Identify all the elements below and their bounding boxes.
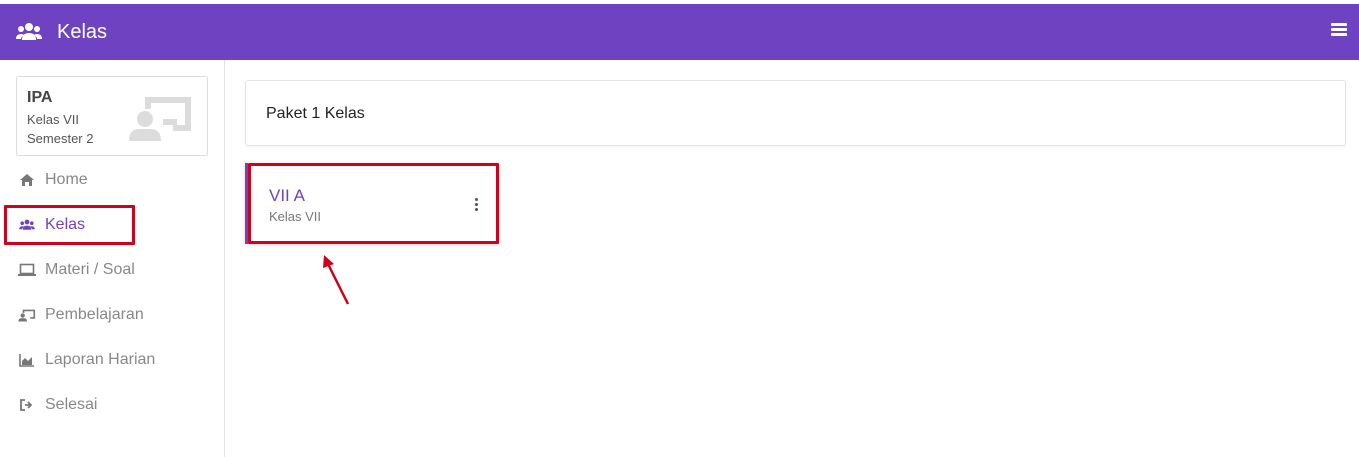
- home-icon: [18, 172, 36, 188]
- class-card[interactable]: VII A Kelas VII: [245, 163, 499, 244]
- kebab-menu-icon[interactable]: [472, 198, 480, 212]
- sidebar-item-selesai[interactable]: Selesai: [0, 387, 224, 423]
- profile-subject: IPA: [27, 89, 53, 106]
- sidebar-item-label: Home: [45, 171, 88, 188]
- section-title: Paket 1 Kelas: [266, 105, 365, 122]
- top-bar: Kelas: [0, 4, 1359, 60]
- sidebar-item-label: Kelas: [45, 216, 86, 233]
- class-subtitle: Kelas VII: [269, 209, 322, 224]
- sidebar: IPA Kelas VII Semester 2 Home Kelas Mate…: [0, 60, 225, 457]
- profile-card: IPA Kelas VII Semester 2: [16, 76, 208, 156]
- sidebar-item-label: Pembelajaran: [45, 306, 144, 323]
- area-chart-icon: [18, 352, 36, 368]
- laptop-icon: [18, 262, 36, 278]
- sidebar-item-label: Selesai: [45, 396, 98, 413]
- sidebar-item-materi-soal[interactable]: Materi / Soal: [0, 252, 224, 288]
- profile-class: Kelas VII: [27, 112, 80, 127]
- sidebar-item-label: Materi / Soal: [45, 261, 135, 278]
- sidebar-item-kelas[interactable]: Kelas: [0, 207, 224, 243]
- annotation-arrow-icon: [323, 255, 350, 305]
- teacher-board-icon: [129, 97, 191, 141]
- teacher-board-icon: [18, 307, 36, 323]
- hamburger-menu-icon[interactable]: [1331, 23, 1347, 41]
- sidebar-item-laporan-harian[interactable]: Laporan Harian: [0, 342, 224, 378]
- sign-out-icon: [18, 397, 36, 413]
- profile-semester: Semester 2: [27, 131, 94, 146]
- content-header-card: Paket 1 Kelas: [245, 80, 1346, 146]
- users-icon: [18, 217, 36, 233]
- sidebar-item-home[interactable]: Home: [0, 162, 224, 198]
- sidebar-item-pembelajaran[interactable]: Pembelajaran: [0, 297, 224, 333]
- class-name[interactable]: VII A: [269, 186, 305, 206]
- sidebar-item-label: Laporan Harian: [45, 351, 156, 368]
- users-icon: [16, 23, 42, 40]
- page-title: Kelas: [57, 21, 108, 43]
